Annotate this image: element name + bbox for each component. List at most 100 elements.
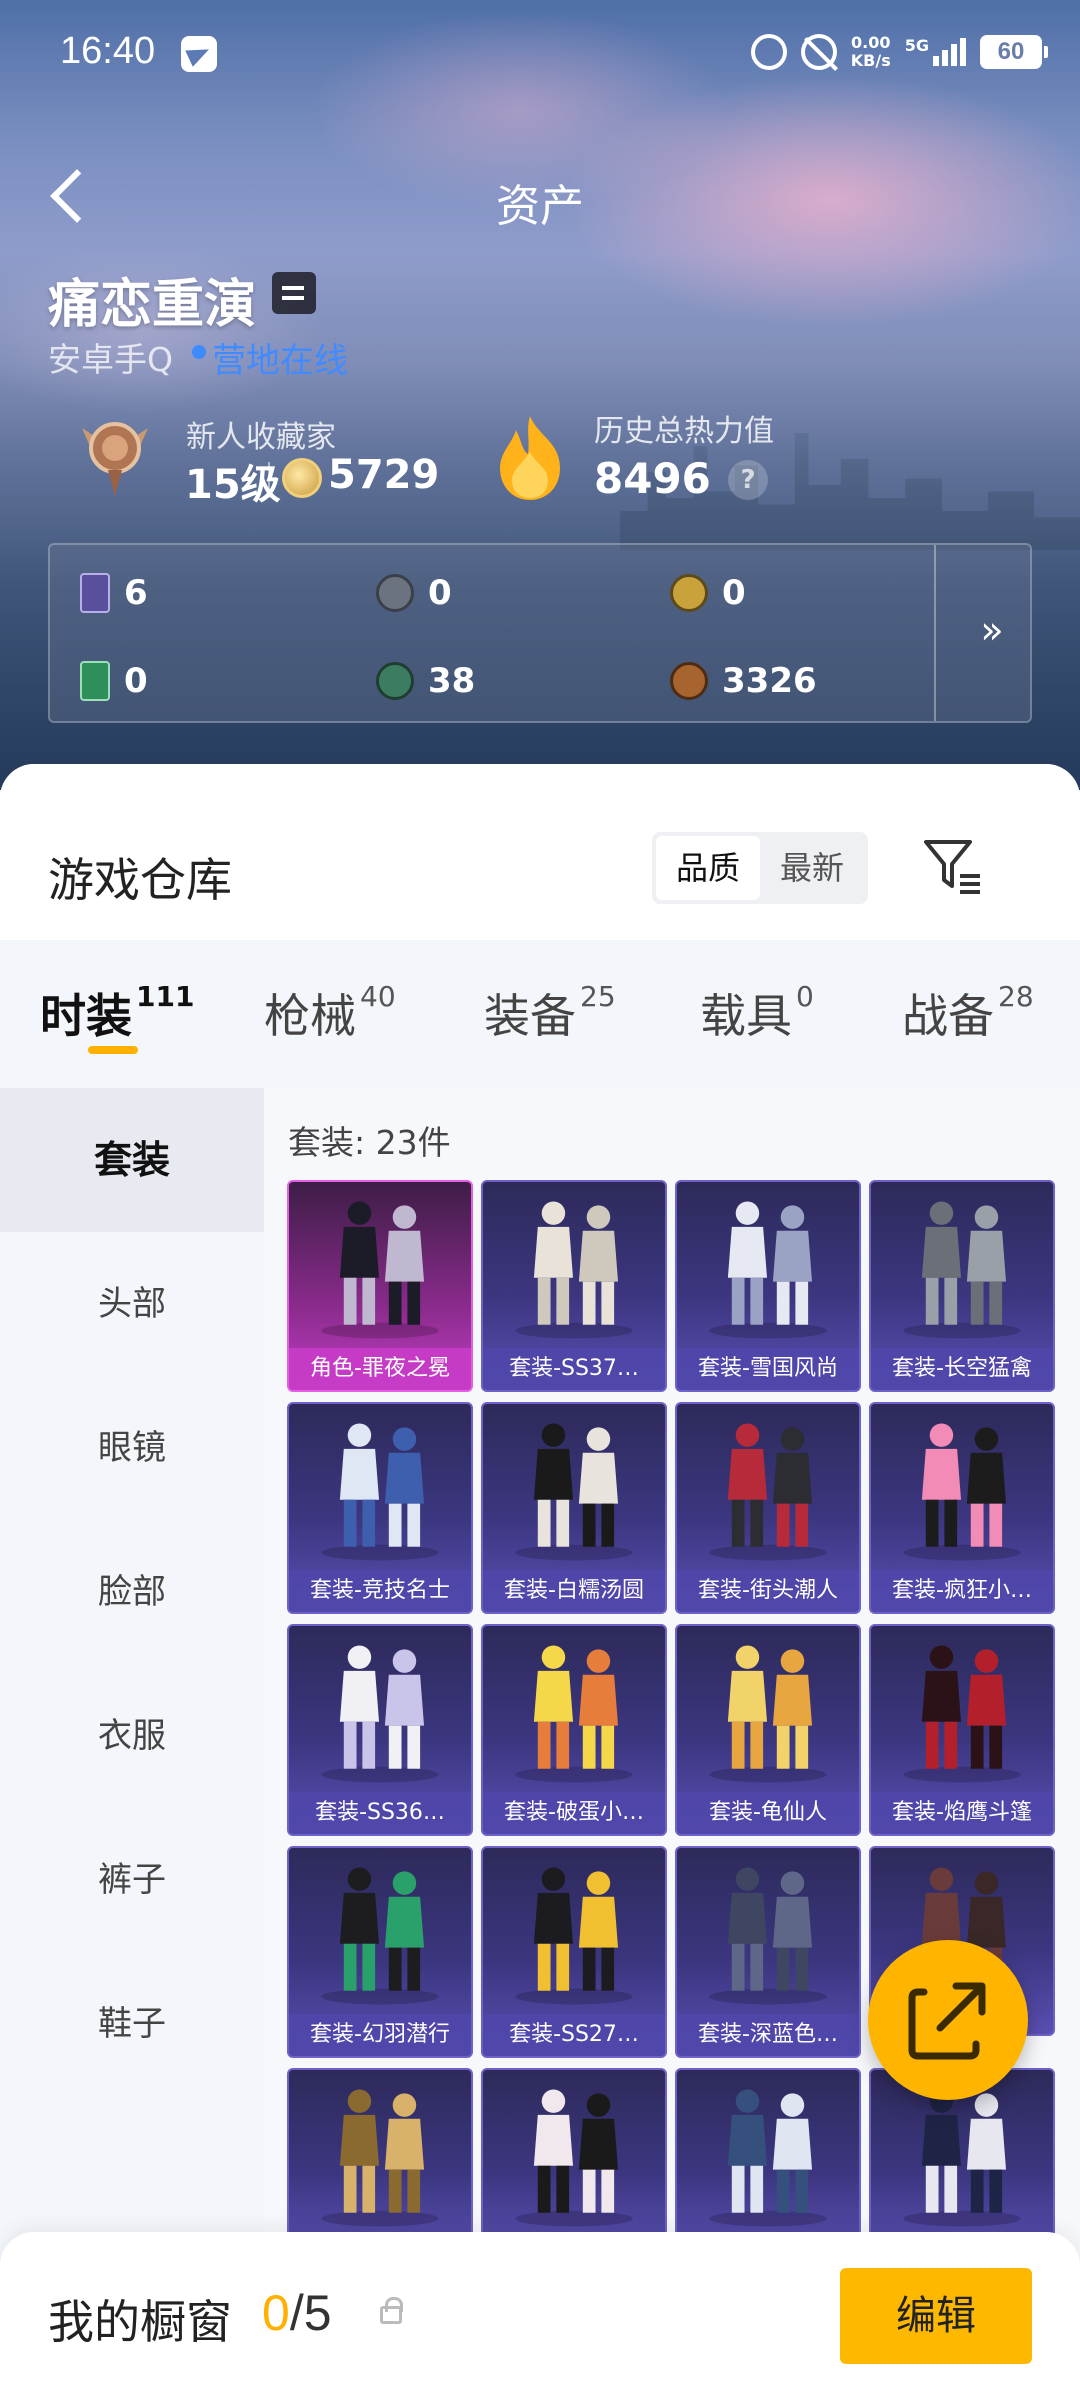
heat-title: 历史总热力值 [594, 414, 774, 449]
showcase-bar: 我的橱窗 0/5 编辑 [0, 2232, 1080, 2400]
bronze-coin-icon [670, 662, 708, 700]
outfit-thumbnail [321, 1867, 439, 2005]
divider [268, 462, 270, 498]
filter-icon[interactable] [920, 834, 984, 898]
telegram-icon [181, 36, 217, 72]
online-status: 营地在线 [212, 341, 348, 381]
outfit-card[interactable]: 套装-竞技名士 [287, 1402, 473, 1614]
switch-account-icon[interactable] [272, 272, 316, 314]
outfit-name: 套装-街头潮人 [677, 1570, 859, 1612]
outfit-name: 套装-白糯汤圆 [483, 1570, 665, 1612]
currency-item: 38 [376, 661, 475, 701]
outfit-card[interactable]: 套装-破蛋小… [481, 1624, 667, 1836]
tab-label: 战备 [902, 989, 994, 1043]
edit-button[interactable]: 编辑 [840, 2268, 1032, 2364]
outfit-name: 套装-破蛋小… [483, 1792, 665, 1834]
outfit-card[interactable]: 套装-焰鹰斗篷 [869, 1624, 1055, 1836]
sidebar-item-face[interactable]: 脸部 [0, 1520, 264, 1664]
tab-label: 载具 [700, 989, 792, 1043]
outfit-card[interactable]: 角色-罪夜之冕 [287, 1180, 473, 1392]
outfit-thumbnail [321, 1645, 439, 1783]
outfit-thumbnail [321, 1423, 439, 1561]
currency-value: 0 [124, 661, 148, 701]
silver-coin-icon [376, 574, 414, 612]
sidebar-item-suit[interactable]: 套装 [0, 1088, 264, 1232]
tab-label: 装备 [484, 989, 576, 1043]
outfit-card[interactable]: 套装-白糯汤圆 [481, 1402, 667, 1614]
battery-icon: 60 [980, 35, 1048, 69]
heat-value: 8496 [594, 454, 711, 503]
tab-supplies[interactable]: 战备 28 [902, 980, 1034, 1046]
sort-newest-option[interactable]: 最新 [760, 836, 864, 900]
outfit-card[interactable]: 套装-龟仙人 [675, 1624, 861, 1836]
online-dot-icon [192, 345, 206, 359]
page-title: 资产 [496, 181, 584, 232]
outfit-name: 套装-雪国风尚 [677, 1348, 859, 1390]
sort-toggle[interactable]: 品质 最新 [652, 832, 868, 904]
outfit-thumbnail [709, 1201, 827, 1339]
status-icons: 0.00 KB/s 5G 60 [750, 34, 1048, 70]
sidebar-item-shoes[interactable]: 鞋子 [0, 1952, 264, 2096]
outfit-thumbnail [321, 1201, 439, 1339]
sidebar-item-head[interactable]: 头部 [0, 1232, 264, 1376]
tab-equipment[interactable]: 装备 25 [484, 980, 616, 1046]
currency-panel[interactable]: 6 0 0 0 38 3326 » [48, 543, 1032, 723]
items-count-label: 套装: 23件 [288, 1123, 451, 1162]
outfit-name: 套装-竞技名士 [289, 1570, 471, 1612]
currency-value: 6 [124, 573, 148, 613]
tab-vehicles[interactable]: 载具 0 [700, 980, 814, 1046]
network-speed-unit: KB/s [850, 51, 891, 70]
currency-value: 3326 [722, 661, 817, 701]
outfit-card[interactable]: 套装-深蓝色… [675, 1846, 861, 2058]
lock-icon [380, 2297, 403, 2324]
tab-count: 111 [136, 979, 195, 1013]
tab-guns[interactable]: 枪械 40 [264, 980, 396, 1046]
outfit-card[interactable] [287, 2068, 473, 2258]
tab-count: 25 [580, 979, 616, 1013]
outfit-thumbnail [515, 1867, 633, 2005]
outfit-card[interactable]: 套装-SS36… [287, 1624, 473, 1836]
platform-label: 安卓手Q [48, 340, 173, 379]
help-icon[interactable]: ? [728, 460, 768, 500]
outfit-card[interactable] [481, 2068, 667, 2258]
status-time: 16:40 [60, 30, 156, 72]
currency-item: 0 [376, 573, 452, 613]
outfit-card[interactable] [675, 2068, 861, 2258]
more-currencies-button[interactable]: » [970, 605, 1014, 655]
outfit-card[interactable]: 套装-街头潮人 [675, 1402, 861, 1614]
sort-quality-option[interactable]: 品质 [656, 836, 760, 900]
collector-title: 新人收藏家 [186, 420, 336, 455]
outfit-thumbnail [709, 2089, 827, 2227]
tab-active-indicator [88, 1046, 138, 1054]
outfit-thumbnail [515, 1645, 633, 1783]
outfit-card[interactable]: 套装-疯狂小… [869, 1402, 1055, 1614]
outfit-card[interactable]: 套装-雪国风尚 [675, 1180, 861, 1392]
sidebar-item-glasses[interactable]: 眼镜 [0, 1376, 264, 1520]
outfit-thumbnail [709, 1645, 827, 1783]
tab-fashion[interactable]: 时装 111 [40, 980, 194, 1046]
subcategory-sidebar: 套装 头部 眼镜 脸部 衣服 裤子 鞋子 [0, 1088, 264, 2400]
outfit-card[interactable]: 套装-SS37… [481, 1180, 667, 1392]
share-button[interactable] [868, 1940, 1028, 2100]
collector-level: 15级 [185, 462, 281, 508]
outfit-name: 套装-深蓝色… [677, 2014, 859, 2056]
outfit-thumbnail [515, 1423, 633, 1561]
outfit-card[interactable]: 套装-SS27… [481, 1846, 667, 2058]
outfit-name: 角色-罪夜之冕 [289, 1348, 471, 1390]
network-type: 5G [904, 35, 929, 55]
showcase-separator: / [289, 2285, 304, 2341]
tab-count: 28 [998, 979, 1034, 1013]
tab-label: 时装 [40, 989, 132, 1043]
sidebar-item-pants[interactable]: 裤子 [0, 1808, 264, 1952]
network-speed: 0.00 KB/s [851, 34, 891, 70]
outfit-name: 套装-SS37… [483, 1348, 665, 1390]
sidebar-item-clothes[interactable]: 衣服 [0, 1664, 264, 1808]
outfit-card[interactable]: 套装-幻羽潜行 [287, 1846, 473, 2058]
outfit-name: 套装-SS27… [483, 2014, 665, 2056]
status-bar: 16:40 0.00 KB/s 5G 60 [0, 0, 1080, 110]
flame-icon [500, 416, 560, 500]
showcase-current: 0 [262, 2285, 290, 2341]
collector-points-icon [282, 458, 322, 498]
outfit-thumbnail [321, 2089, 439, 2227]
outfit-card[interactable]: 套装-长空猛禽 [869, 1180, 1055, 1392]
